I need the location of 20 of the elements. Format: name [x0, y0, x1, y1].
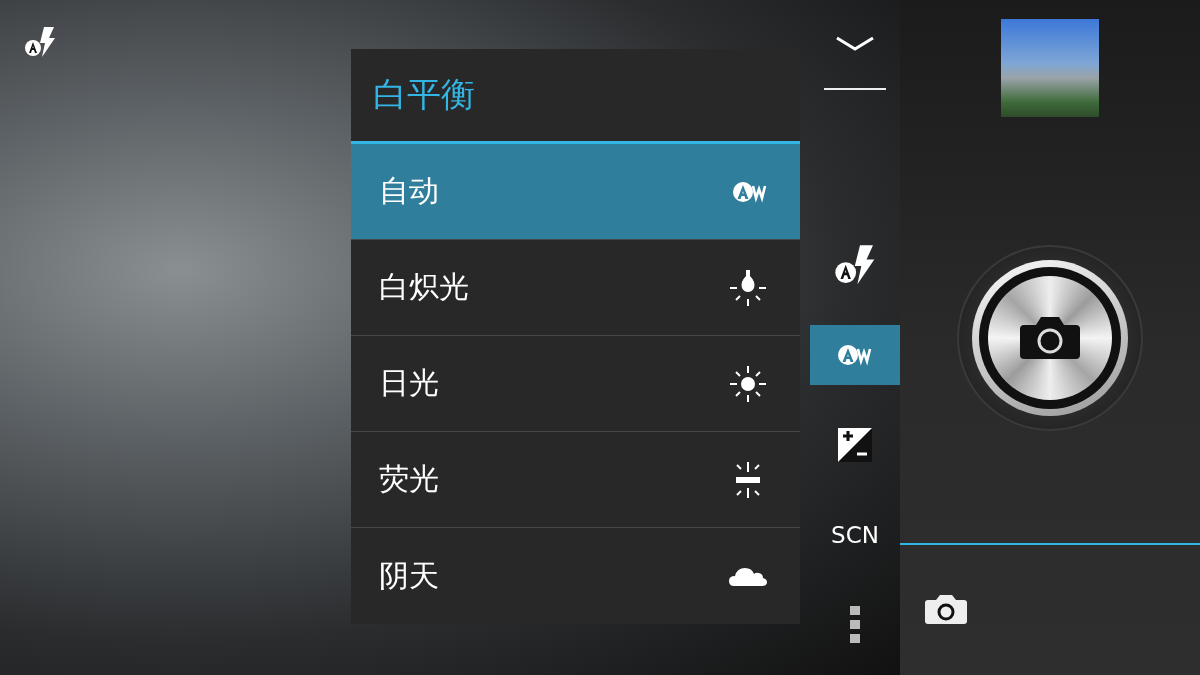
more-icon — [849, 605, 861, 645]
exposure-icon — [837, 427, 873, 463]
option-label: 自动 — [379, 172, 439, 210]
option-label: 白炽光 — [379, 268, 469, 306]
flash-auto-icon — [834, 244, 876, 286]
wb-button[interactable] — [810, 325, 900, 385]
option-label: 阴天 — [379, 556, 439, 595]
option-label: 荧光 — [379, 460, 439, 498]
scene-button[interactable]: SCN — [810, 505, 900, 565]
auto-wb-icon — [732, 179, 768, 204]
camera-mode-icon[interactable] — [924, 593, 968, 627]
light-bulb-icon — [728, 267, 768, 308]
auto-wb-icon — [837, 343, 873, 367]
menu-option[interactable]: 自动 — [351, 144, 800, 240]
sun-icon — [728, 363, 768, 404]
chevron-down-icon — [835, 36, 875, 52]
option-label: 日光 — [379, 364, 439, 402]
flash-auto-icon — [24, 26, 56, 58]
camera-icon — [1020, 315, 1080, 361]
photo-placeholder[interactable] — [1001, 19, 1099, 117]
